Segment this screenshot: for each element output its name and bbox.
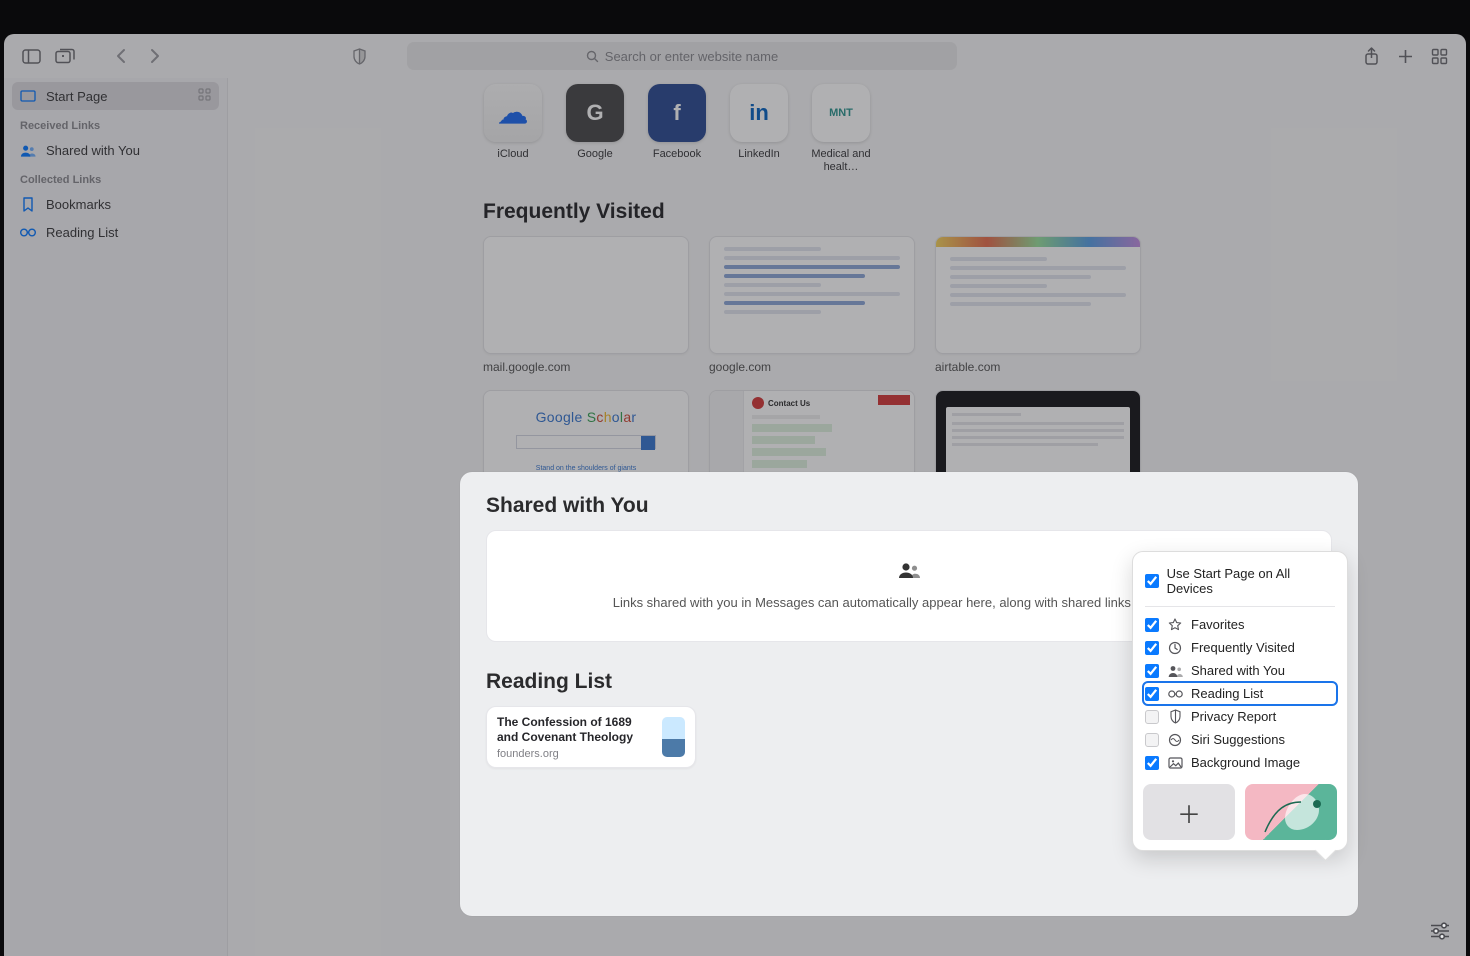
- sidebar-item-bookmarks[interactable]: Bookmarks: [12, 190, 219, 218]
- glasses-icon: [1167, 689, 1183, 699]
- checkbox[interactable]: [1145, 756, 1159, 770]
- sidebar-toggle[interactable]: [14, 41, 48, 71]
- reading-list-icon: [20, 224, 36, 240]
- forward-button[interactable]: [138, 41, 172, 71]
- popover-item-all-devices[interactable]: Use Start Page on All Devices: [1143, 562, 1337, 600]
- checkbox[interactable]: [1145, 618, 1159, 632]
- share-button[interactable]: [1354, 41, 1388, 71]
- sidebar: Start Page Received Links Shared with Yo…: [4, 78, 228, 956]
- sidebar-item-shared[interactable]: Shared with You: [12, 136, 219, 164]
- favorite-item[interactable]: fFacebook: [647, 84, 707, 174]
- popover-item-siri[interactable]: Siri Suggestions: [1143, 728, 1337, 751]
- clock-icon: [1167, 641, 1183, 655]
- sidebar-section-collected: Collected Links: [12, 164, 219, 190]
- popover-item-reading-list[interactable]: Reading List: [1143, 682, 1337, 705]
- popover-item-shared[interactable]: Shared with You: [1143, 659, 1337, 682]
- favorite-item[interactable]: inLinkedIn: [729, 84, 789, 174]
- popover-item-privacy[interactable]: Privacy Report: [1143, 705, 1337, 728]
- shield-icon: [1167, 709, 1183, 724]
- favorite-item[interactable]: MNTMedical and healt…: [811, 84, 871, 174]
- siri-icon: [1167, 733, 1183, 747]
- checkbox[interactable]: [1145, 664, 1159, 678]
- divider: [1145, 606, 1335, 607]
- sidebar-tab-start-page[interactable]: Start Page: [12, 82, 219, 110]
- start-page-icon: [20, 88, 36, 104]
- toolbar: Search or enter website name: [4, 34, 1466, 78]
- popover-item-favorites[interactable]: Favorites: [1143, 613, 1337, 636]
- people-icon: [1167, 665, 1183, 677]
- fv-item[interactable]: mail.google.com: [483, 236, 693, 374]
- popover-item-background[interactable]: Background Image: [1143, 751, 1337, 774]
- shared-icon: [898, 560, 920, 585]
- shared-with-you-title: Shared with You: [486, 494, 1332, 518]
- favorites-row: ☁︎iCloud GGoogle fFacebook inLinkedIn MN…: [483, 78, 1396, 174]
- reading-item-source: founders.org: [497, 748, 654, 760]
- reading-item-title: The Confession of 1689 and Covenant Theo…: [497, 715, 654, 745]
- search-icon: [586, 50, 599, 63]
- sidebar-item-label: Bookmarks: [46, 197, 111, 212]
- fv-item[interactable]: airtable.com: [935, 236, 1145, 374]
- favorite-item[interactable]: GGoogle: [565, 84, 625, 174]
- privacy-shield-icon[interactable]: [342, 41, 376, 71]
- checkbox-unchecked[interactable]: [1145, 710, 1159, 724]
- tab-grid-button[interactable]: [1422, 41, 1456, 71]
- reading-list-item[interactable]: The Confession of 1689 and Covenant Theo…: [486, 706, 696, 768]
- sidebar-tab-label: Start Page: [46, 89, 107, 104]
- sidebar-section-received: Received Links: [12, 110, 219, 136]
- new-tab-button[interactable]: [1388, 41, 1422, 71]
- grid-icon: [198, 88, 211, 104]
- customize-start-page-popover: Use Start Page on All Devices Favorites …: [1132, 551, 1348, 851]
- star-icon: [1167, 618, 1183, 632]
- image-icon: [1167, 757, 1183, 769]
- popover-item-frequently[interactable]: Frequently Visited: [1143, 636, 1337, 659]
- customize-settings-button[interactable]: [1422, 916, 1458, 946]
- checkbox-unchecked[interactable]: [1145, 733, 1159, 747]
- fv-item[interactable]: google.com: [709, 236, 919, 374]
- background-option[interactable]: [1245, 784, 1337, 840]
- url-bar[interactable]: Search or enter website name: [407, 42, 957, 70]
- back-button[interactable]: [104, 41, 138, 71]
- checkbox[interactable]: [1145, 687, 1159, 701]
- background-add-button[interactable]: ＋: [1143, 784, 1235, 840]
- url-placeholder: Search or enter website name: [605, 49, 778, 64]
- checkbox[interactable]: [1145, 574, 1159, 588]
- favorite-item[interactable]: ☁︎iCloud: [483, 84, 543, 174]
- sidebar-item-label: Reading List: [46, 225, 118, 240]
- bookmark-icon: [20, 196, 36, 212]
- sidebar-item-reading-list[interactable]: Reading List: [12, 218, 219, 246]
- reading-item-thumb: [662, 717, 685, 757]
- sidebar-item-label: Shared with You: [46, 143, 140, 158]
- shared-empty-message: Links shared with you in Messages can au…: [613, 594, 1206, 612]
- shared-icon: [20, 142, 36, 158]
- tab-overview-button[interactable]: [48, 41, 82, 71]
- checkbox[interactable]: [1145, 641, 1159, 655]
- frequently-visited-title: Frequently Visited: [483, 200, 1396, 224]
